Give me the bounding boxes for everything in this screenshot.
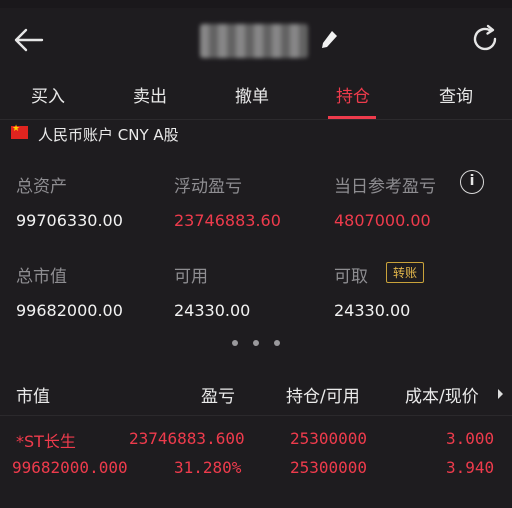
china-flag-icon: ★ — [11, 124, 28, 139]
tab-bar: 买入 卖出 撤单 持仓 查询 — [0, 72, 512, 120]
market-value: 99682000.000 — [12, 458, 128, 477]
pl-amount: 23746883.600 — [129, 429, 245, 448]
position-total: 25300000 — [290, 429, 368, 448]
transfer-button[interactable]: 转账 — [386, 262, 424, 283]
today-pl-value: 4807000.00 — [334, 211, 431, 230]
position-available: 25300000 — [290, 458, 368, 477]
current-price: 3.940 — [446, 458, 495, 477]
column-header-position[interactable]: 持仓/可用 — [286, 382, 360, 407]
back-arrow-icon[interactable] — [12, 26, 44, 54]
tab-divider — [0, 119, 512, 120]
table-header-divider — [0, 415, 512, 416]
edit-icon[interactable] — [318, 28, 340, 52]
available-value: 24330.00 — [174, 301, 251, 320]
refresh-icon[interactable] — [470, 24, 500, 54]
today-pl-label: 当日参考盈亏 — [334, 177, 436, 197]
tab-cancel-order[interactable]: 撤单 — [235, 82, 269, 107]
available-label: 可用 — [174, 267, 208, 287]
withdrawable-label: 可取 — [334, 267, 368, 287]
page-indicator-dot — [274, 340, 280, 346]
column-header-pl[interactable]: 盈亏 — [201, 382, 235, 407]
cost-price: 3.000 — [446, 429, 495, 448]
tab-sell[interactable]: 卖出 — [133, 82, 167, 107]
stock-name: *ST长生 — [16, 432, 76, 451]
total-assets-label: 总资产 — [16, 177, 67, 197]
withdrawable-value: 24330.00 — [334, 301, 411, 320]
floating-pl-value: 23746883.60 — [174, 211, 281, 230]
market-value-label: 总市值 — [16, 267, 67, 287]
info-icon[interactable]: i — [460, 170, 484, 194]
account-label: 人民币账户 CNY A股 — [38, 126, 179, 144]
market-value-value: 99682000.00 — [16, 301, 123, 320]
pl-percent: 31.280% — [174, 458, 242, 477]
page-indicator-dot — [253, 340, 259, 346]
chevron-right-icon[interactable] — [497, 388, 505, 400]
column-header-cost-price[interactable]: 成本/现价 — [405, 382, 479, 407]
tab-positions[interactable]: 持仓 — [336, 82, 370, 107]
page-indicator-dot — [232, 340, 238, 346]
status-bar — [0, 0, 512, 8]
page-title-obscured — [200, 24, 308, 58]
table-row[interactable]: *ST长生 23746883.600 25300000 3.000 996820… — [0, 426, 512, 486]
total-assets-value: 99706330.00 — [16, 211, 123, 230]
tab-buy[interactable]: 买入 — [31, 82, 65, 107]
tab-query[interactable]: 查询 — [439, 82, 473, 107]
floating-pl-label: 浮动盈亏 — [174, 177, 242, 197]
column-header-market-value[interactable]: 市值 — [16, 382, 50, 407]
